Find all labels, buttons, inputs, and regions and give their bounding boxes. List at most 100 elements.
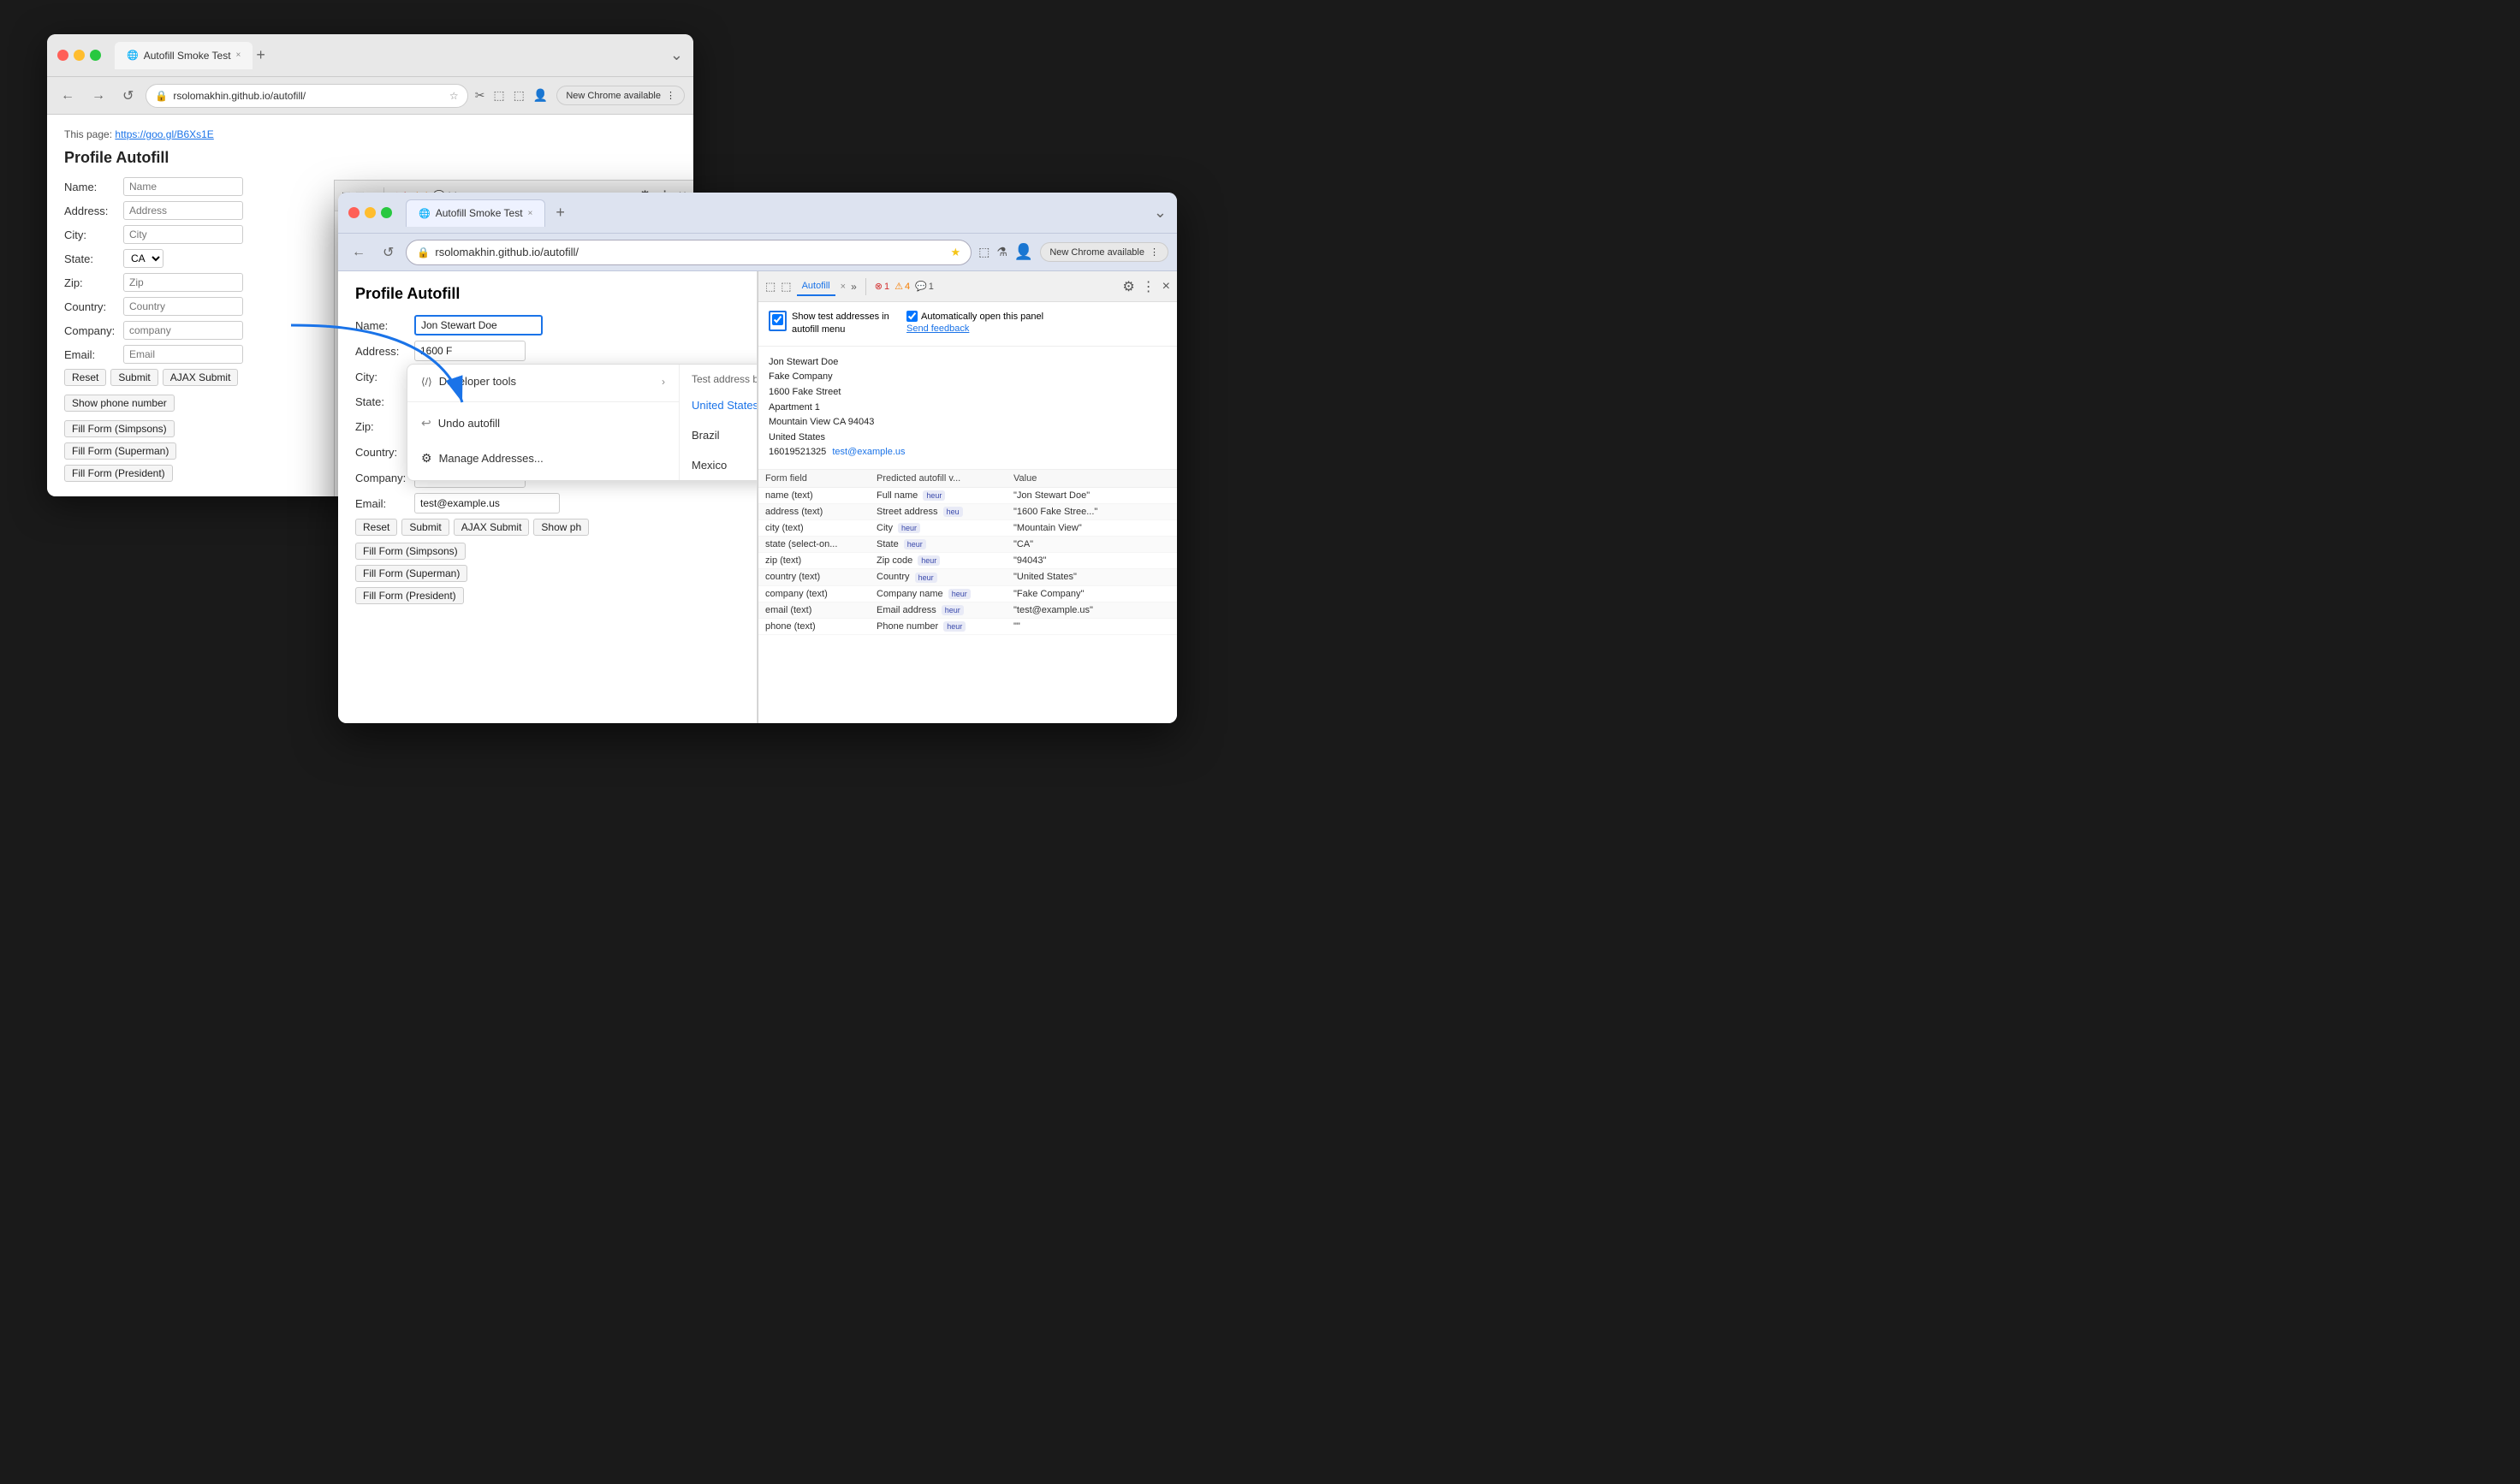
heur-badge-address: heu bbox=[943, 507, 963, 517]
new-chrome-badge-front[interactable]: New Chrome available ⋮ bbox=[1040, 242, 1168, 262]
email-input-back[interactable] bbox=[123, 345, 243, 364]
developer-tools-item[interactable]: ⟨/⟩ Developer tools › bbox=[407, 365, 679, 398]
undo-autofill-item[interactable]: ↩ Undo autofill bbox=[407, 406, 679, 441]
address-row-front: Address: bbox=[355, 341, 740, 361]
tab-close-front[interactable]: × bbox=[528, 209, 533, 218]
extensions-icon-back[interactable]: ⬚ bbox=[493, 88, 504, 103]
lab-icon-front[interactable]: ⚗ bbox=[996, 245, 1007, 259]
this-page-link[interactable]: https://goo.gl/B6Xs1E bbox=[115, 128, 213, 140]
address-bar-back[interactable]: 🔒 rsolomakhin.github.io/autofill/ ☆ bbox=[146, 84, 467, 108]
name-input-front[interactable] bbox=[414, 315, 543, 335]
close-button-front[interactable] bbox=[348, 207, 360, 218]
more-tabs-icon-front[interactable]: » bbox=[851, 281, 857, 293]
address-input-back[interactable] bbox=[123, 201, 243, 220]
row-field-country: country (text) bbox=[765, 572, 877, 582]
country-item-brazil[interactable]: Brazil bbox=[680, 420, 758, 450]
state-select-back[interactable]: CA bbox=[123, 249, 163, 268]
undo-autofill-label: Undo autofill bbox=[438, 417, 500, 430]
maximize-button-front[interactable] bbox=[381, 207, 392, 218]
reset-button-front[interactable]: Reset bbox=[355, 519, 397, 536]
address-input-front[interactable] bbox=[414, 341, 526, 361]
country-input-back[interactable] bbox=[123, 297, 243, 316]
show-phone-button-front[interactable]: Show ph bbox=[533, 519, 589, 536]
new-tab-button-front[interactable]: + bbox=[556, 204, 565, 222]
separator-dt-front bbox=[865, 278, 866, 295]
table-row-email: email (text) Email address heur "test@ex… bbox=[758, 603, 1177, 619]
traffic-lights-back bbox=[57, 50, 101, 61]
country-label-back: Country: bbox=[64, 300, 120, 313]
country-item-us[interactable]: United States bbox=[680, 390, 758, 420]
forward-button-back[interactable]: → bbox=[86, 85, 110, 107]
back-button-back[interactable]: ← bbox=[56, 85, 80, 107]
close-devtools-front[interactable]: × bbox=[1162, 279, 1170, 294]
ajax-submit-button-back[interactable]: AJAX Submit bbox=[163, 369, 239, 386]
email-input-front[interactable] bbox=[414, 493, 560, 513]
tab-front[interactable]: 🌐 Autofill Smoke Test × bbox=[406, 199, 545, 227]
devtools-icon-network-front[interactable]: ⬚ bbox=[781, 280, 791, 294]
error-count-front: 1 bbox=[884, 282, 889, 292]
close-button-back[interactable] bbox=[57, 50, 68, 61]
this-page-row: This page: https://goo.gl/B6Xs1E bbox=[64, 128, 676, 140]
country-item-mexico[interactable]: Mexico bbox=[680, 450, 758, 480]
submit-button-front[interactable]: Submit bbox=[401, 519, 449, 536]
toolbar-icons-back: ✂ ⬚ ⬚ 👤 New Chrome available ⋮ bbox=[475, 86, 685, 105]
city-input-back[interactable] bbox=[123, 225, 243, 244]
fill-superman-button-back[interactable]: Fill Form (Superman) bbox=[64, 442, 176, 460]
more-options-front[interactable]: ⋮ bbox=[1150, 246, 1159, 258]
profile-icon-back[interactable]: 👤 bbox=[533, 88, 548, 103]
show-phone-button-back[interactable]: Show phone number bbox=[64, 395, 175, 412]
close-tab-front[interactable]: × bbox=[841, 282, 846, 292]
fill-president-button-front[interactable]: Fill Form (President) bbox=[355, 587, 464, 604]
devtools-toolbar-front: ⬚ ⬚ Autofill × » ⊗ 1 ⚠ 4 💬 1 ⚙ bbox=[758, 271, 1177, 302]
maximize-button-back[interactable] bbox=[90, 50, 101, 61]
autofill-tab-front[interactable]: Autofill bbox=[797, 277, 835, 296]
card-country: United States bbox=[769, 430, 1167, 446]
reload-button-back[interactable]: ↺ bbox=[117, 84, 139, 108]
fill-simpsons-button-front[interactable]: Fill Form (Simpsons) bbox=[355, 543, 466, 560]
extensions-icon-front[interactable]: ⬚ bbox=[978, 245, 990, 259]
city-label-back: City: bbox=[64, 229, 120, 241]
minimize-button-front[interactable] bbox=[365, 207, 376, 218]
fill-superman-button-front[interactable]: Fill Form (Superman) bbox=[355, 565, 467, 582]
profile-icon-front[interactable]: 👤 bbox=[1014, 243, 1033, 261]
warning-badge-front: ⚠ 4 bbox=[894, 281, 910, 292]
manage-addresses-item[interactable]: ⚙ Manage Addresses... bbox=[407, 441, 679, 476]
devtools-icon-elements-front[interactable]: ⬚ bbox=[765, 280, 776, 294]
card-company: Fake Company bbox=[769, 370, 1167, 385]
company-label-front: Company: bbox=[355, 472, 411, 484]
tab-close-back[interactable]: × bbox=[236, 50, 241, 60]
back-button-front[interactable]: ← bbox=[347, 241, 371, 264]
window-menu-back[interactable]: ⌄ bbox=[670, 46, 683, 64]
downloads-icon-back[interactable]: ⬚ bbox=[514, 88, 525, 103]
reset-button-back[interactable]: Reset bbox=[64, 369, 106, 386]
dropdown-right: Test address by country United States Br… bbox=[680, 365, 758, 480]
star-icon-back[interactable]: ☆ bbox=[449, 90, 459, 102]
gear-icon-dt-front[interactable]: ⚙ bbox=[1122, 278, 1134, 295]
new-chrome-badge-back[interactable]: New Chrome available ⋮ bbox=[556, 86, 685, 105]
tab-back[interactable]: 🌐 Autofill Smoke Test × bbox=[115, 42, 253, 69]
devtools-body-front: Show test addresses in autofill menu Aut… bbox=[758, 302, 1177, 723]
fill-simpsons-button-back[interactable]: Fill Form (Simpsons) bbox=[64, 420, 175, 437]
new-tab-button-back[interactable]: + bbox=[256, 46, 265, 64]
star-icon-front[interactable]: ★ bbox=[950, 246, 960, 259]
minimize-button-back[interactable] bbox=[74, 50, 85, 61]
name-input-back[interactable] bbox=[123, 177, 243, 196]
show-test-addresses-label: Show test addresses in autofill menu bbox=[792, 311, 894, 337]
address-bar-front[interactable]: 🔒 rsolomakhin.github.io/autofill/ ★ bbox=[406, 240, 972, 265]
window-menu-front[interactable]: ⌄ bbox=[1154, 204, 1167, 222]
heur-badge-state: heur bbox=[904, 539, 926, 549]
more-menu-dt-front[interactable]: ⋮ bbox=[1140, 276, 1157, 297]
send-feedback-front[interactable]: Send feedback bbox=[906, 324, 1043, 334]
msg-count-front: 1 bbox=[929, 282, 934, 292]
submit-button-back[interactable]: Submit bbox=[110, 369, 158, 386]
table-row-company: company (text) Company name heur "Fake C… bbox=[758, 586, 1177, 603]
show-test-addresses-checkbox[interactable] bbox=[772, 314, 783, 325]
ajax-submit-button-front[interactable]: AJAX Submit bbox=[454, 519, 530, 536]
reload-button-front[interactable]: ↺ bbox=[377, 240, 399, 264]
zip-input-back[interactable] bbox=[123, 273, 243, 292]
name-label-front: Name: bbox=[355, 319, 411, 332]
more-options-back[interactable]: ⋮ bbox=[666, 90, 675, 101]
auto-open-checkbox-front[interactable] bbox=[906, 311, 918, 322]
fill-president-button-back[interactable]: Fill Form (President) bbox=[64, 465, 173, 482]
company-input-back[interactable] bbox=[123, 321, 243, 340]
